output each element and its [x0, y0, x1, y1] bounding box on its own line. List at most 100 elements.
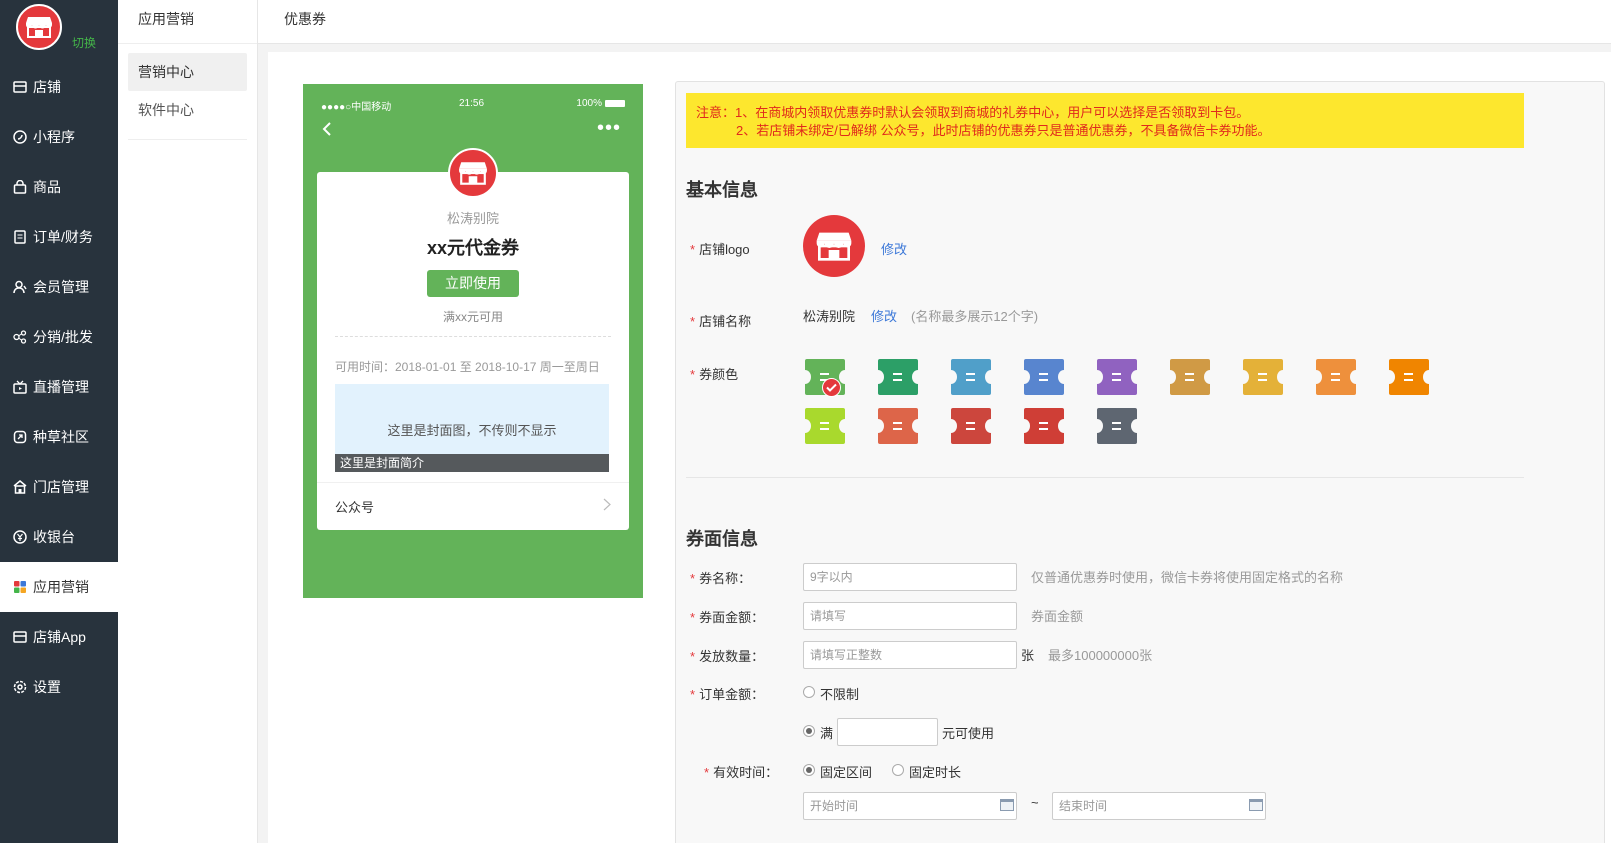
- shop-name-label: * 店铺名称: [690, 314, 752, 329]
- valid-fixed-length-label[interactable]: 固定时长: [909, 762, 961, 781]
- coupon-valid-time: 可用时间：2018-01-01 至 2018-10-17 周一至周日: [335, 360, 600, 374]
- order-amount-label: * 订单金额：: [690, 687, 765, 702]
- order-full-radio[interactable]: [803, 725, 815, 737]
- use-now-button[interactable]: 立即使用: [427, 270, 519, 297]
- main-sidebar: 切换 店铺 小程序 商品 订单/财务 会员管理 分销/批发 直播管理 种草社区 …: [0, 0, 118, 843]
- color-swatch[interactable]: [799, 408, 851, 444]
- calendar-icon[interactable]: [1249, 799, 1263, 811]
- color-swatch[interactable]: [1310, 359, 1362, 395]
- sidebar-item-distribution[interactable]: 分销/批发: [0, 312, 118, 362]
- store-icon: [12, 479, 28, 495]
- valid-time-label: * 有效时间：: [704, 765, 779, 780]
- notice-line-2: 2、若店铺未绑定/已解绑 公众号，此时店铺的优惠券只是普通优惠券，不具备微信卡券…: [736, 123, 1271, 138]
- community-icon: [12, 429, 28, 445]
- coupon-form-panel: 注意：1、在商城内领取优惠券时默认会领取到商城的礼券中心，用户可以选择是否领取到…: [675, 81, 1605, 843]
- edit-logo-link[interactable]: 修改: [881, 239, 907, 258]
- sidebar-item-mini-program[interactable]: 小程序: [0, 112, 118, 162]
- coupon-amount-hint: 券面金额: [1031, 609, 1084, 624]
- phone-status-bar: ●●●●○中国移动 21:56 100%: [303, 98, 643, 114]
- sidebar-item-live[interactable]: 直播管理: [0, 362, 118, 412]
- sidebar-item-label: 商品: [33, 179, 61, 195]
- coupon-name-hint: 仅普通优惠券时使用，微信卡券将使用固定格式的名称: [1031, 570, 1344, 585]
- valid-fixed-range-radio[interactable]: [803, 764, 815, 776]
- quantity-hint: 最多100000000张: [1048, 648, 1153, 663]
- order-full-suffix: 元可使用: [942, 726, 995, 741]
- submenu-title: 应用营销: [118, 0, 257, 44]
- coupon-card: 松涛别院 xx元代金券 立即使用 满xx元可用 可用时间：2018-01-01 …: [317, 148, 629, 530]
- cashier-icon: [12, 529, 28, 545]
- page-title: 优惠券: [284, 11, 326, 27]
- valid-fixed-length-radio[interactable]: [892, 764, 904, 776]
- basic-info-title: 基本信息: [686, 180, 758, 200]
- quantity-unit: 张: [1021, 648, 1035, 663]
- secondary-menu: 应用营销 营销中心 软件中心: [118, 0, 258, 843]
- end-date-input[interactable]: [1052, 792, 1266, 820]
- sidebar-item-app-marketing[interactable]: 应用营销: [0, 562, 118, 612]
- sidebar-item-label: 订单/财务: [33, 229, 93, 245]
- order-unlimited-label[interactable]: 不限制: [820, 684, 859, 703]
- color-swatch[interactable]: [1018, 359, 1070, 395]
- product-bag-icon: [12, 179, 28, 195]
- quantity-input[interactable]: [803, 641, 1017, 669]
- sidebar-item-label: 店铺: [33, 79, 61, 95]
- submenu-item-software-center[interactable]: 软件中心: [128, 91, 247, 129]
- start-date-input[interactable]: [803, 792, 1017, 820]
- card-dashed-divider: [335, 336, 611, 337]
- color-swatch[interactable]: [1091, 408, 1143, 444]
- order-full-label[interactable]: 满: [820, 723, 833, 742]
- sidebar-item-cashier[interactable]: 收银台: [0, 512, 118, 562]
- sidebar-item-label: 直播管理: [33, 379, 89, 395]
- sidebar-item-community[interactable]: 种草社区: [0, 412, 118, 462]
- sidebar-item-label: 种草社区: [33, 429, 89, 445]
- coupon-name-input[interactable]: [803, 563, 1017, 591]
- sidebar-item-shop-app[interactable]: 店铺App: [0, 612, 118, 662]
- color-swatch[interactable]: [1018, 408, 1070, 444]
- edit-name-link[interactable]: 修改: [871, 306, 897, 325]
- app-grid-icon: [12, 579, 28, 595]
- card-divider: [317, 482, 629, 483]
- face-info-title: 券面信息: [686, 529, 758, 549]
- calendar-icon[interactable]: [1000, 799, 1014, 811]
- cover-caption: 这里是封面简介: [335, 454, 609, 472]
- battery-text: 100%: [576, 98, 602, 109]
- valid-fixed-range-label[interactable]: 固定区间: [820, 762, 872, 781]
- more-dots-icon: •••: [596, 117, 621, 139]
- color-swatch[interactable]: [1237, 359, 1289, 395]
- submenu-divider: [128, 139, 247, 140]
- color-swatch[interactable]: [1383, 359, 1435, 395]
- switch-shop-link[interactable]: 切换: [72, 34, 96, 51]
- color-swatch[interactable]: [945, 408, 997, 444]
- order-full-amount-input[interactable]: [837, 718, 938, 746]
- color-swatch[interactable]: [1091, 359, 1143, 395]
- top-bar: 优惠券: [258, 0, 1611, 44]
- battery-indicator: 100%: [576, 98, 625, 109]
- settings-gear-icon: [12, 679, 28, 695]
- sidebar-item-label: 门店管理: [33, 479, 89, 495]
- sidebar-item-members[interactable]: 会员管理: [0, 262, 118, 312]
- color-swatch[interactable]: [872, 359, 924, 395]
- color-swatch[interactable]: [945, 359, 997, 395]
- sidebar-item-products[interactable]: 商品: [0, 162, 118, 212]
- sidebar-item-stores[interactable]: 门店管理: [0, 462, 118, 512]
- section-divider: [686, 477, 1524, 478]
- member-icon: [12, 279, 28, 295]
- mini-program-icon: [12, 129, 28, 145]
- color-swatch[interactable]: [1164, 359, 1216, 395]
- sidebar-item-orders[interactable]: 订单/财务: [0, 212, 118, 262]
- shop-icon: [12, 79, 28, 95]
- coupon-amount-input[interactable]: [803, 602, 1017, 630]
- shop-name-hint: (名称最多展示12个字): [911, 309, 1039, 324]
- logo-label: * 店铺logo: [690, 242, 750, 257]
- submenu-item-marketing-center[interactable]: 营销中心: [128, 53, 247, 91]
- coupon-color-label: * 券颜色: [690, 367, 739, 382]
- coupon-phone-preview: ●●●●○中国移动 21:56 100% ••• 松涛别院 xx元代金券 立即使…: [303, 84, 643, 598]
- battery-icon: [605, 100, 625, 107]
- color-swatch[interactable]: [872, 408, 924, 444]
- order-unlimited-radio[interactable]: [803, 686, 815, 698]
- sidebar-logo-area: 切换: [0, 0, 118, 58]
- official-account-row[interactable]: 公众号: [335, 497, 374, 516]
- color-swatch[interactable]: [799, 359, 851, 397]
- sidebar-item-shop[interactable]: 店铺: [0, 62, 118, 112]
- sidebar-item-label: 应用营销: [33, 579, 89, 595]
- sidebar-item-settings[interactable]: 设置: [0, 662, 118, 712]
